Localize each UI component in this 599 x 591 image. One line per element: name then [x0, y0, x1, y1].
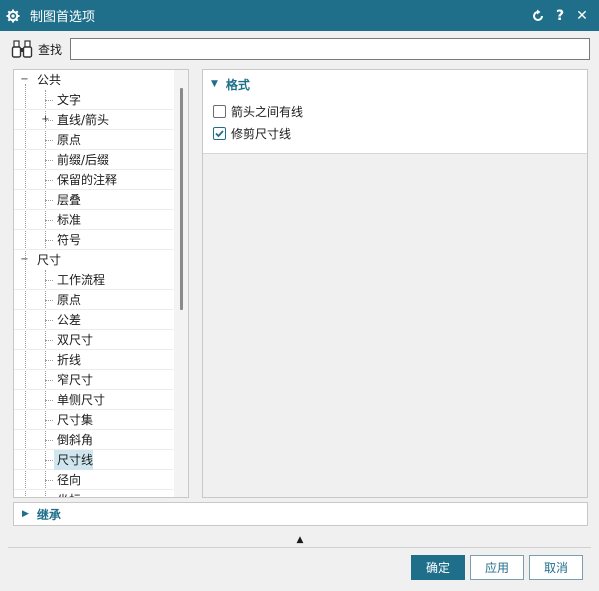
- tree-item-label: 原点: [57, 292, 82, 307]
- tree-item-label: 单侧尺寸: [57, 392, 106, 407]
- tree-item-label: 窄尺寸: [57, 372, 94, 387]
- collapse-toggle-icon[interactable]: −: [20, 255, 29, 265]
- tree-group-label: 尺寸: [37, 253, 62, 267]
- format-group-header[interactable]: ▼ 格式: [211, 74, 250, 94]
- dialog-title: 制图首选项: [30, 10, 96, 25]
- search-label: 查找: [38, 42, 63, 57]
- tree-item[interactable]: 保留的注释: [14, 170, 173, 190]
- tree-item[interactable]: 折线: [14, 350, 173, 370]
- cancel-button[interactable]: 取消: [529, 555, 583, 580]
- tree-item-label: 前缀/后缀: [57, 152, 110, 167]
- settings-panel: ▼ 格式 箭头之间有线 修剪尺寸线: [202, 69, 588, 498]
- tree-item[interactable]: 公差: [14, 310, 173, 330]
- tree-item[interactable]: + 直线/箭头: [14, 110, 173, 130]
- tree-item[interactable]: 倒斜角: [14, 430, 173, 450]
- tree-item[interactable]: 原点: [14, 130, 173, 150]
- tree-item-label: 符号: [57, 232, 82, 247]
- collapse-up-icon[interactable]: ▲: [293, 535, 307, 545]
- tree-item-label: 倒斜角: [57, 432, 94, 447]
- reset-button[interactable]: [527, 0, 549, 31]
- expanded-arrow-icon: ▼: [211, 79, 218, 89]
- tree-item-label: 工作流程: [57, 272, 106, 287]
- collapse-toggle-icon[interactable]: −: [20, 75, 29, 85]
- tree-item-label: 文字: [57, 92, 82, 107]
- search-input[interactable]: [70, 38, 590, 60]
- tree-item[interactable]: 尺寸集: [14, 410, 173, 430]
- divider: [8, 547, 591, 548]
- tree-item[interactable]: 坐标: [14, 490, 173, 498]
- scrollbar-thumb[interactable]: [180, 88, 183, 310]
- tree-item[interactable]: 工作流程: [14, 270, 173, 290]
- collapsed-arrow-icon: ▶: [22, 509, 29, 519]
- tree-item-label: 尺寸集: [57, 412, 94, 427]
- inherit-section[interactable]: ▶ 继承: [13, 502, 588, 526]
- option-lines-between-arrows[interactable]: 箭头之间有线: [213, 102, 303, 120]
- tree-item[interactable]: 原点: [14, 290, 173, 310]
- tree-item-label: 保留的注释: [57, 172, 118, 187]
- apply-button[interactable]: 应用: [470, 555, 524, 580]
- format-group-title: 格式: [225, 77, 250, 92]
- close-button[interactable]: ✕: [571, 0, 593, 31]
- tree-item[interactable]: 尺寸线: [14, 449, 173, 470]
- tree-item-label: 层叠: [57, 192, 82, 207]
- tree-item[interactable]: 径向: [14, 470, 173, 490]
- tree-item-label: 双尺寸: [57, 332, 94, 347]
- format-group: ▼ 格式 箭头之间有线 修剪尺寸线: [203, 70, 587, 154]
- tree-item-label: 直线/箭头: [57, 112, 110, 127]
- tree-group-label: 公共: [37, 73, 62, 87]
- tree-scrollbar[interactable]: [174, 70, 188, 497]
- tree-item-label: 标准: [57, 212, 82, 227]
- trim-dimension-line-label: 修剪尺寸线: [231, 126, 292, 141]
- inherit-label: 继承: [36, 507, 61, 522]
- reset-icon: [533, 9, 543, 21]
- tree-group-1[interactable]: − 尺寸: [14, 250, 173, 270]
- tree-item[interactable]: 双尺寸: [14, 330, 173, 350]
- tree-item[interactable]: 单侧尺寸: [14, 390, 173, 410]
- option-trim-dimension-line[interactable]: 修剪尺寸线: [213, 124, 291, 142]
- ok-button[interactable]: 确定: [411, 555, 465, 580]
- trim-dimension-line-checkbox[interactable]: [213, 126, 226, 140]
- tree-item-label: 尺寸线: [54, 449, 94, 470]
- tree-item-label: 坐标: [54, 490, 81, 498]
- tree-item[interactable]: 窄尺寸: [14, 370, 173, 390]
- tree-item[interactable]: 前缀/后缀: [14, 150, 173, 170]
- tree-group-0[interactable]: − 公共: [14, 70, 173, 90]
- search-row: 查找: [10, 36, 590, 62]
- tree-item[interactable]: 符号: [14, 230, 173, 250]
- tree-item-label: 公差: [57, 312, 82, 327]
- binoculars-icon: [10, 37, 36, 61]
- tree-item-label: 折线: [57, 352, 82, 367]
- checkmark-icon: [215, 129, 224, 137]
- tree-item[interactable]: 标准: [14, 210, 173, 230]
- lines-between-arrows-checkbox[interactable]: [213, 104, 226, 118]
- tree-item-label: 径向: [57, 472, 82, 487]
- lines-between-arrows-label: 箭头之间有线: [231, 104, 304, 119]
- tree-item[interactable]: 文字: [14, 90, 173, 110]
- gear-icon: [0, 0, 26, 31]
- tree-item-label: 原点: [57, 132, 82, 147]
- tree-item[interactable]: 层叠: [14, 190, 173, 210]
- title-bar: 制图首选项 ? ✕: [0, 0, 599, 31]
- category-tree: − 公共 文字 + 直线/箭头 原点 前缀/后缀 保留的注释 层叠 标准 符号 − 尺寸 工作流程 原点 公差…: [13, 69, 189, 498]
- help-button[interactable]: ?: [549, 0, 571, 31]
